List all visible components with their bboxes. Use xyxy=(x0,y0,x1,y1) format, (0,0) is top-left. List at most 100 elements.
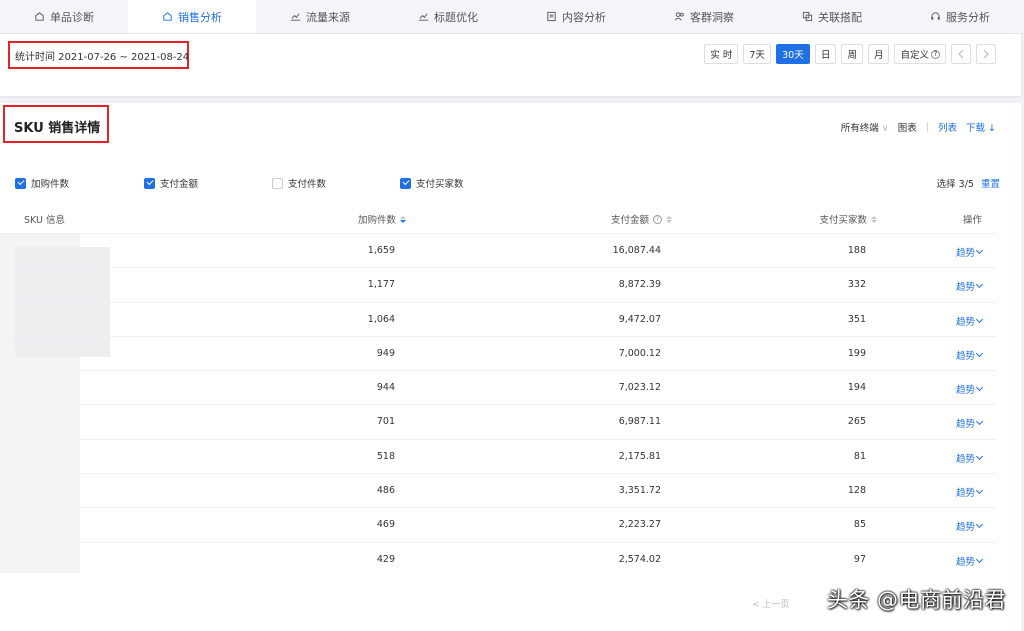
chevron-down-icon xyxy=(975,349,984,357)
period-30d-button[interactable]: 30天 xyxy=(775,44,810,64)
chevron-left-icon xyxy=(958,49,964,59)
checkbox-checked-icon xyxy=(15,177,26,189)
tab-6[interactable]: 关联搭配 xyxy=(768,0,896,33)
table-row: 429 2,574.02 97 趋势 xyxy=(0,541,996,576)
chevron-down-icon xyxy=(975,384,984,392)
period-week-button[interactable]: 周 xyxy=(841,44,863,64)
cell-buyers: 128 xyxy=(847,485,866,497)
chevron-down-icon xyxy=(975,246,984,255)
trend-label: 趋势 xyxy=(955,248,975,259)
tab-label: 销售分析 xyxy=(178,10,222,24)
help-icon: ? xyxy=(931,49,940,59)
terminal-filter[interactable]: 所有终端 ∨ xyxy=(841,120,889,134)
tab-label: 内容分析 xyxy=(562,10,606,24)
period-selector: 实 时 7天 30天 日 周 月 自定义 ? xyxy=(704,44,996,64)
cell-cart: 1,659 xyxy=(367,245,395,256)
tab-label: 关联搭配 xyxy=(818,10,862,24)
trend-label: 趋势 xyxy=(955,282,975,294)
cell-cart: 701 xyxy=(376,416,395,428)
section-title: SKU 销售详情 xyxy=(14,121,101,136)
chevron-down-icon xyxy=(975,418,984,426)
prev-page-button[interactable]: < 上一页 xyxy=(752,597,789,610)
cell-amount: 7,023.12 xyxy=(618,382,661,394)
tab-4[interactable]: 内容分析 xyxy=(512,0,640,33)
header-amount-label: 支付金额 xyxy=(610,215,649,226)
table-row: 944 7,023.12 194 趋势 xyxy=(0,370,996,404)
tab-2[interactable]: 流量来源 xyxy=(256,0,384,33)
trend-button[interactable]: 趋势 xyxy=(955,382,984,397)
sort-icon xyxy=(400,215,406,223)
date-range-label: 统计时间 2021-07-26 ~ 2021-08-24 xyxy=(15,52,190,63)
tab-label: 服务分析 xyxy=(946,10,990,24)
metric-amount-checkbox[interactable]: 支付金额 xyxy=(144,176,198,190)
cell-cart: 518 xyxy=(376,450,395,462)
trend-button[interactable]: 趋势 xyxy=(956,348,984,362)
tab-7[interactable]: 服务分析 xyxy=(896,0,1024,33)
trend-button[interactable]: 趋势 xyxy=(955,279,984,294)
cell-amount: 8,872.39 xyxy=(618,279,661,291)
metric-label: 支付件数 xyxy=(288,179,327,190)
table-row: 1,659 16,087.44 188 趋势 xyxy=(0,233,996,267)
table-body: 1,659 16,087.44 188 趋势 1,177 8,872.39 332 趋势 1,0… xyxy=(0,233,996,576)
period-month-button[interactable]: 月 xyxy=(867,44,890,64)
cell-amount: 6,987.11 xyxy=(618,416,661,428)
trend-button[interactable]: 趋势 xyxy=(956,451,984,465)
prev-period-button[interactable] xyxy=(951,44,971,64)
download-icon: ↓ xyxy=(988,123,996,134)
tab-0[interactable]: 单品诊断 xyxy=(0,0,128,33)
tab-label: 单品诊断 xyxy=(50,10,94,24)
trend-button[interactable]: 趋势 xyxy=(956,554,984,568)
period-realtime-button[interactable]: 实 时 xyxy=(704,44,739,64)
trend-label: 趋势 xyxy=(955,419,975,431)
sort-icon xyxy=(666,215,672,223)
tab-1[interactable]: 销售分析 xyxy=(128,0,256,33)
tab-label: 流量来源 xyxy=(306,10,350,24)
trend-button[interactable]: 趋势 xyxy=(955,485,984,500)
header-amount[interactable]: 支付金额 ? xyxy=(611,212,672,226)
reset-link[interactable]: 重置 xyxy=(981,179,1000,190)
sort-icon xyxy=(871,215,877,223)
chevron-right-icon xyxy=(983,49,989,59)
cell-buyers: 332 xyxy=(847,279,866,291)
trend-button[interactable]: 趋势 xyxy=(955,245,984,259)
cell-amount: 2,223.27 xyxy=(618,519,661,531)
metric-paid-qty-checkbox[interactable]: 支付件数 xyxy=(272,176,326,190)
metric-label: 支付金额 xyxy=(160,179,199,190)
cell-buyers: 97 xyxy=(853,553,866,565)
cell-buyers: 194 xyxy=(847,382,866,394)
chart-view-link[interactable]: 图表 xyxy=(898,120,917,134)
date-filter-card: 统计时间 2021-07-26 ~ 2021-08-24 实 时 7天 30天 … xyxy=(0,34,1021,96)
header-cart[interactable]: 加购件数 xyxy=(358,212,406,226)
metric-cart-checkbox[interactable]: 加购件数 xyxy=(15,176,69,190)
cell-amount: 3,351.72 xyxy=(618,485,661,497)
tab-3[interactable]: 标题优化 xyxy=(384,0,512,33)
metric-label: 加购件数 xyxy=(31,179,70,190)
trend-button[interactable]: 趋势 xyxy=(955,416,984,431)
period-7d-button[interactable]: 7天 xyxy=(743,44,771,64)
list-view-link[interactable]: 列表 xyxy=(938,120,957,134)
table-row: 486 3,351.72 128 趋势 xyxy=(0,473,996,507)
trend-button[interactable]: 趋势 xyxy=(956,314,984,328)
period-day-button[interactable]: 日 xyxy=(814,44,837,64)
header-buyers[interactable]: 支付买家数 xyxy=(819,212,877,226)
help-icon: ? xyxy=(653,214,662,224)
headset-icon xyxy=(930,11,941,22)
selection-info: 选择 3/5 重置 xyxy=(937,176,1000,190)
tab-5[interactable]: 客群洞察 xyxy=(640,0,768,33)
table-row: 518 2,175.81 81 趋势 xyxy=(0,438,996,473)
trend-label: 趋势 xyxy=(955,488,975,500)
next-period-button[interactable] xyxy=(976,44,996,64)
metric-label: 支付买家数 xyxy=(416,179,464,190)
cell-amount: 9,472.07 xyxy=(618,313,661,325)
cell-buyers: 199 xyxy=(847,347,866,359)
download-button[interactable]: 下载 ↓ xyxy=(966,120,996,134)
period-custom-button[interactable]: 自定义 ? xyxy=(894,44,946,64)
tab-label: 客群洞察 xyxy=(690,10,734,24)
cell-amount: 2,574.02 xyxy=(618,553,661,565)
cell-buyers: 85 xyxy=(853,519,866,531)
metric-buyers-checkbox[interactable]: 支付买家数 xyxy=(400,176,464,190)
header-action-label: 操作 xyxy=(962,215,982,226)
trend-button[interactable]: 趋势 xyxy=(956,519,984,533)
trend-label: 趋势 xyxy=(955,385,975,397)
terminal-filter-label: 所有终端 xyxy=(840,123,879,134)
